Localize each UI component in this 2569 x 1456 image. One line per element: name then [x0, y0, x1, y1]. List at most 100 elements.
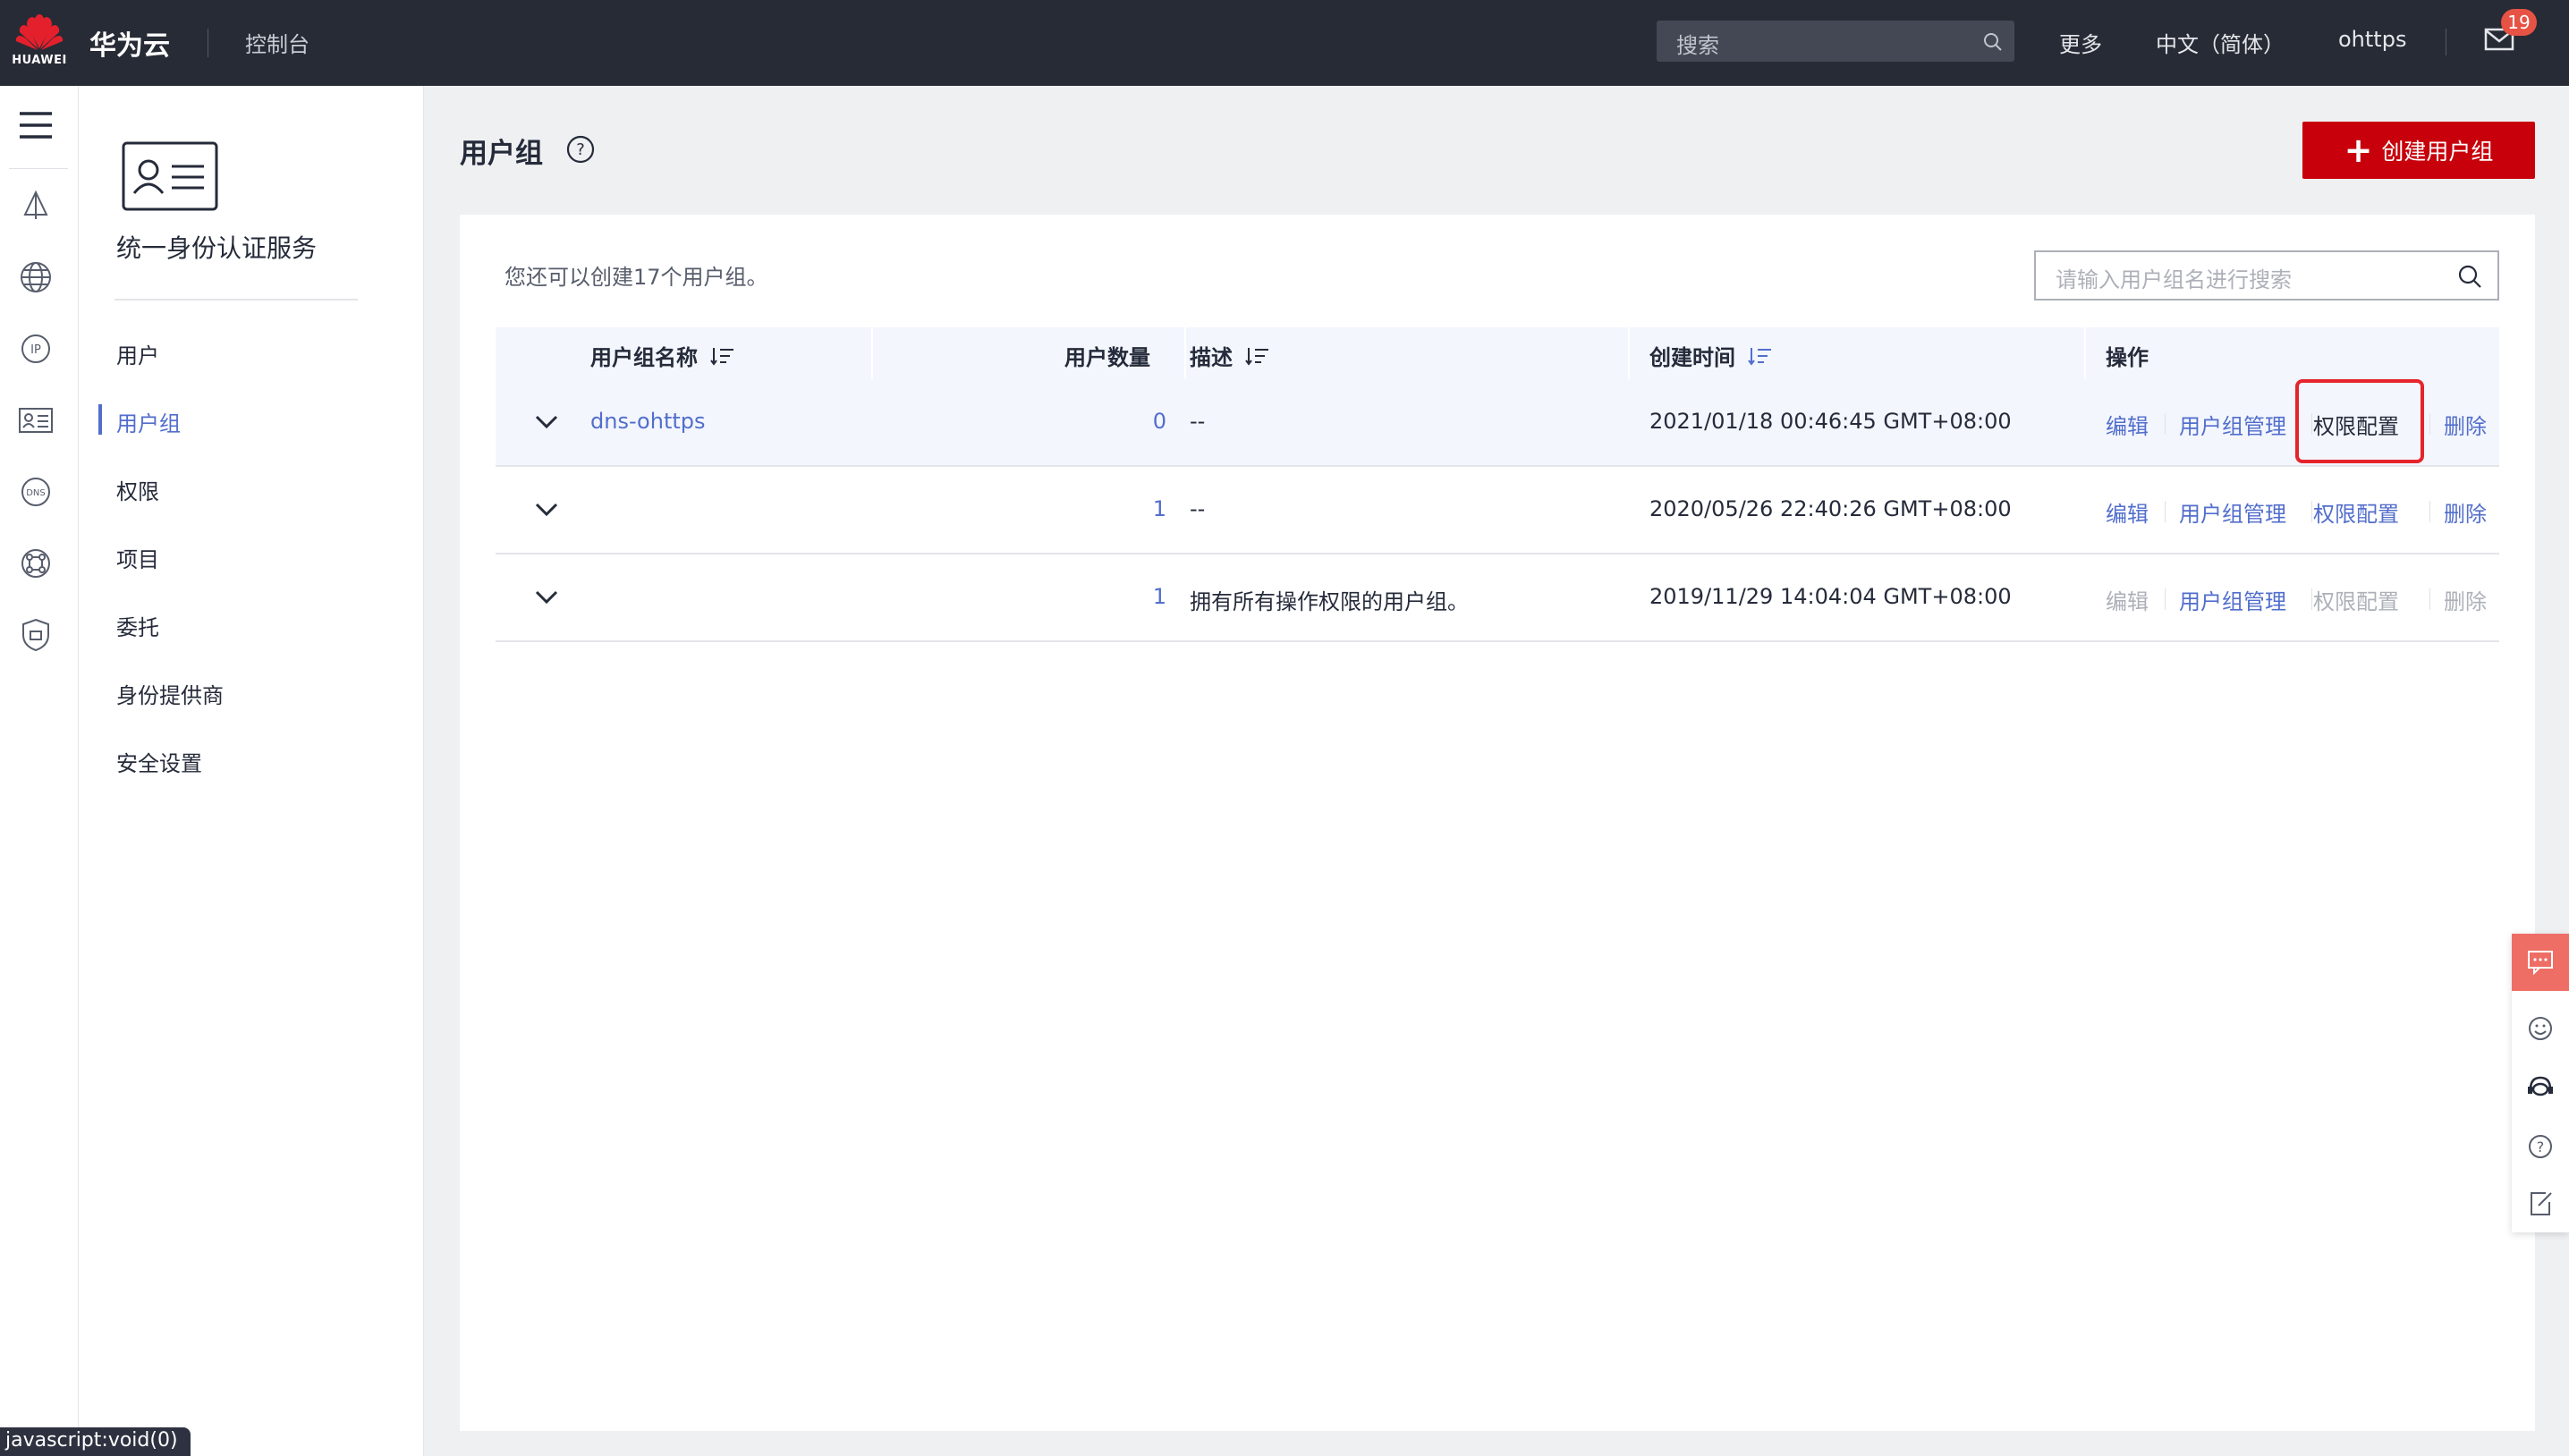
huawei-logo[interactable]: HUAWEI — [12, 13, 67, 72]
sidebar-item-user-groups[interactable]: 用户组 — [116, 406, 181, 437]
sort-desc-icon[interactable] — [1748, 345, 1773, 367]
edit-link[interactable]: 编辑 — [2106, 496, 2149, 528]
op-separator — [2165, 501, 2166, 522]
delete-link[interactable]: 删除 — [2444, 496, 2487, 528]
sidebar-item-projects[interactable]: 项目 — [116, 542, 159, 573]
sidebar-item-permissions[interactable]: 权限 — [116, 474, 159, 505]
plus-icon: + — [2344, 131, 2373, 170]
op-separator — [2165, 588, 2166, 610]
sidebar-item-agencies[interactable]: 委托 — [116, 610, 159, 641]
user-count-link[interactable]: 0 — [1077, 409, 1166, 434]
manage-users-link[interactable]: 用户组管理 — [2179, 584, 2286, 615]
permission-config-link[interactable]: 权限配置 — [2313, 496, 2399, 528]
divider — [114, 299, 358, 301]
column-header-count: 用户数量 — [1064, 340, 1150, 371]
menu-icon[interactable] — [16, 106, 55, 145]
chat-icon — [2528, 951, 2553, 975]
more-menu[interactable]: 更多 — [2059, 27, 2102, 58]
language-switch[interactable]: 中文（简体） — [2156, 27, 2285, 58]
chevron-down-icon[interactable] — [533, 499, 560, 521]
op-separator — [2311, 588, 2312, 610]
hub-icon[interactable] — [16, 544, 55, 583]
edit-link[interactable]: 编辑 — [2106, 409, 2149, 440]
sort-icon[interactable] — [710, 345, 735, 367]
manage-users-link[interactable]: 用户组管理 — [2179, 409, 2286, 440]
created-time: 2021/01/18 00:46:45 GMT+08:00 — [1649, 409, 2012, 434]
table-header: 用户组名称 用户数量 描述 创建时间 操作 — [496, 327, 2499, 379]
create-user-group-button[interactable]: + 创建用户组 — [2302, 122, 2535, 179]
user-count-link[interactable]: 1 — [1077, 584, 1166, 609]
browser-status-bar: javascript:void(0) — [0, 1427, 191, 1456]
column-separator — [1184, 327, 1186, 379]
floating-toolbar: ? — [2512, 934, 2569, 1232]
column-separator — [871, 327, 873, 379]
top-navbar: HUAWEI 华为云 控制台 搜索 更多 中文（简体） ohttps 19 — [0, 0, 2569, 86]
group-description: -- — [1190, 409, 1206, 434]
svg-text:?: ? — [576, 140, 585, 159]
column-label: 描述 — [1190, 345, 1233, 370]
column-header-created[interactable]: 创建时间 — [1649, 340, 1773, 371]
group-description: -- — [1190, 496, 1206, 521]
op-separator — [2429, 501, 2430, 522]
divider — [9, 168, 68, 169]
help-icon[interactable]: ? — [2526, 1132, 2555, 1161]
notification-badge: 19 — [2501, 9, 2537, 36]
op-separator — [2429, 588, 2430, 610]
op-separator — [2429, 413, 2430, 435]
op-separator — [2165, 413, 2166, 435]
group-description: 拥有所有操作权限的用户组。 — [1190, 589, 1469, 614]
user-count-link[interactable]: 1 — [1077, 496, 1166, 521]
op-separator — [2311, 501, 2312, 522]
dns-icon[interactable]: DNS — [16, 472, 55, 512]
create-button-label: 创建用户组 — [2381, 139, 2494, 165]
search-icon[interactable] — [2456, 263, 2483, 290]
edit-note-icon[interactable] — [2526, 1189, 2555, 1218]
group-name-link[interactable]: dns-ohttps — [590, 409, 706, 434]
delete-link-disabled: 删除 — [2444, 589, 2487, 614]
shield-icon[interactable] — [16, 615, 55, 655]
sidebar-item-users[interactable]: 用户 — [116, 338, 159, 369]
network-icon[interactable] — [16, 186, 55, 225]
smile-icon[interactable] — [2526, 1014, 2555, 1043]
column-label: 操作 — [2106, 345, 2149, 370]
search-placeholder: 搜索 — [1676, 33, 1719, 58]
manage-users-link[interactable]: 用户组管理 — [2179, 496, 2286, 528]
active-indicator — [98, 404, 102, 435]
edit-link-disabled: 编辑 — [2106, 589, 2149, 614]
console-link[interactable]: 控制台 — [245, 27, 309, 58]
column-header-description[interactable]: 描述 — [1190, 340, 1270, 371]
created-time: 2019/11/29 14:04:04 GMT+08:00 — [1649, 584, 2012, 609]
sidebar-item-security-settings[interactable]: 安全设置 — [116, 746, 202, 777]
group-search-input[interactable]: 请输入用户组名进行搜索 — [2034, 250, 2499, 301]
svg-text:IP: IP — [30, 343, 41, 357]
huawei-logo-icon — [15, 14, 64, 50]
quota-text: 您还可以创建17个用户组。 — [504, 265, 768, 290]
column-label: 用户组名称 — [590, 345, 698, 370]
customer-service-icon[interactable] — [2526, 1073, 2555, 1102]
annotation-highlight-box — [2295, 379, 2424, 463]
sidebar-item-identity-providers[interactable]: 身份提供商 — [116, 678, 224, 709]
brand-name[interactable]: 华为云 — [89, 23, 170, 63]
user-menu[interactable]: ohttps — [2338, 27, 2406, 52]
ip-icon[interactable]: IP — [16, 329, 55, 368]
logo-text: HUAWEI — [12, 54, 67, 67]
column-header-actions: 操作 — [2106, 340, 2149, 371]
delete-link[interactable]: 删除 — [2444, 409, 2487, 440]
feedback-button[interactable] — [2512, 934, 2569, 991]
id-card-icon[interactable] — [16, 401, 55, 440]
table-row: 1 拥有所有操作权限的用户组。 2019/11/29 14:04:04 GMT+… — [496, 554, 2499, 642]
global-search-input[interactable]: 搜索 — [1657, 21, 2014, 62]
sort-icon[interactable] — [1245, 345, 1270, 367]
permission-config-link-disabled: 权限配置 — [2313, 589, 2399, 614]
help-icon[interactable]: ? — [565, 134, 596, 165]
globe-icon[interactable] — [16, 258, 55, 297]
chevron-down-icon[interactable] — [533, 411, 560, 433]
column-header-name[interactable]: 用户组名称 — [590, 340, 735, 371]
identity-service-icon — [122, 141, 218, 211]
user-group-card: 您还可以创建17个用户组。 请输入用户组名进行搜索 用户组名称 用户数量 描述 … — [460, 215, 2535, 1431]
column-label: 用户数量 — [1064, 345, 1150, 370]
search-icon[interactable] — [1982, 31, 2004, 53]
page-title: 用户组 — [460, 138, 543, 170]
side-menu: 统一身份认证服务 用户 用户组 权限 项目 委托 身份提供商 安全设置 — [79, 86, 424, 1456]
chevron-down-icon[interactable] — [533, 587, 560, 608]
